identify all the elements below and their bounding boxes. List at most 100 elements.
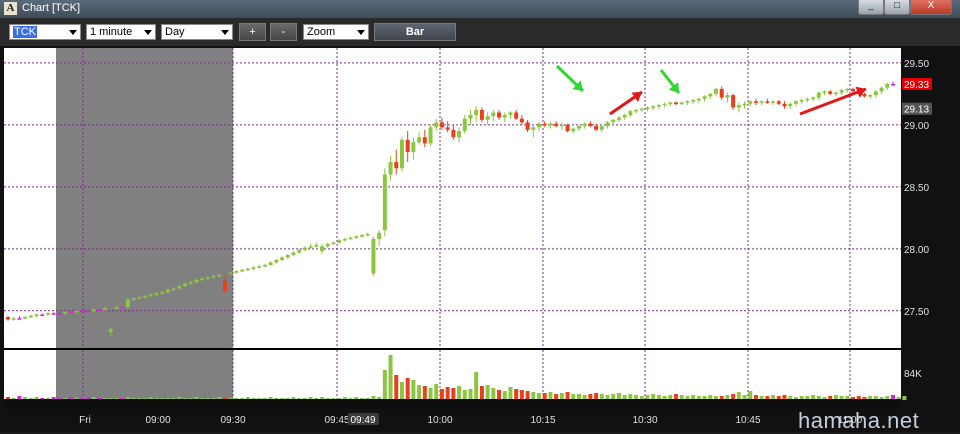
volume-bar xyxy=(434,384,439,400)
candle-body xyxy=(365,233,370,236)
candle-body xyxy=(331,242,336,245)
candle-body xyxy=(171,288,176,290)
candle-body xyxy=(873,91,878,96)
candle-body xyxy=(143,295,148,298)
last-price-tag: 29.33 xyxy=(904,80,929,91)
candle-body xyxy=(793,101,798,104)
price-chart[interactable]: 29.50 29.00 28.50 28.00 27.50 29.33 29.13 84K Fr… xyxy=(0,46,960,432)
volume-bar xyxy=(388,355,393,400)
candle-body xyxy=(28,315,33,318)
candle-body xyxy=(342,238,347,241)
maximize-button[interactable]: □ xyxy=(884,0,910,15)
zoom-out-button[interactable]: - xyxy=(270,23,297,41)
symbol-select[interactable]: TCK xyxy=(9,24,81,40)
candle-body xyxy=(714,88,718,94)
y-tick-label: 28.00 xyxy=(904,245,929,256)
close-button[interactable]: X xyxy=(910,0,952,15)
interval-select[interactable]: 1 minute xyxy=(86,24,156,40)
candle-body xyxy=(297,250,302,253)
candle-body xyxy=(731,95,736,108)
chevron-down-icon xyxy=(144,30,152,35)
candle-body xyxy=(805,98,810,101)
volume-bar xyxy=(399,382,404,400)
candle-body xyxy=(63,312,68,314)
candle-body xyxy=(91,309,96,312)
candle-body xyxy=(576,126,581,129)
candle-body xyxy=(302,247,307,251)
candle-body xyxy=(565,124,570,132)
candle-body xyxy=(759,101,764,103)
candle-body xyxy=(428,127,433,144)
candle-body xyxy=(656,105,661,107)
candle-body xyxy=(611,119,616,123)
candle-body xyxy=(177,286,182,289)
chevron-down-icon xyxy=(221,30,229,35)
minimize-button[interactable]: _ xyxy=(858,0,884,15)
candle-body xyxy=(337,240,342,243)
symbol-value: TCK xyxy=(13,26,37,38)
zoom-select[interactable]: Zoom xyxy=(303,24,369,40)
candle-body xyxy=(388,162,393,175)
candle-body xyxy=(457,131,462,138)
candle-body xyxy=(679,102,684,105)
candle-body xyxy=(531,127,536,130)
candle-body xyxy=(417,137,422,143)
candle-body xyxy=(685,101,690,103)
candle-body xyxy=(200,278,205,281)
candle-body xyxy=(411,142,416,153)
candle-body xyxy=(702,96,707,99)
candle-body xyxy=(822,91,827,93)
volume-bar xyxy=(485,385,490,400)
candle-body xyxy=(628,111,633,115)
candle-body xyxy=(782,103,787,107)
candle-body xyxy=(165,289,170,293)
candle-body xyxy=(502,114,507,118)
chart-scrollbar[interactable] xyxy=(4,399,901,409)
candle-body xyxy=(74,310,79,313)
candle-body xyxy=(325,243,330,247)
candle-body xyxy=(662,103,667,106)
candle-body xyxy=(845,88,850,91)
candle-body xyxy=(422,137,427,144)
candle-body xyxy=(479,109,484,120)
period-select[interactable]: Day xyxy=(161,24,233,40)
zoom-in-button[interactable]: + xyxy=(239,23,266,41)
candle-body xyxy=(645,107,650,110)
watermark: hamaha.net xyxy=(798,408,920,433)
candle-body xyxy=(148,294,153,297)
candle-body xyxy=(108,329,113,332)
candle-body xyxy=(234,271,239,273)
candle-body xyxy=(360,235,364,237)
candle-body xyxy=(582,123,587,127)
candle-body xyxy=(725,95,730,98)
candle-body xyxy=(160,292,165,294)
candle-body xyxy=(85,310,90,313)
candle-body xyxy=(103,308,108,310)
candle-body xyxy=(474,109,479,115)
candle-body xyxy=(588,123,593,127)
candle-body xyxy=(514,112,519,119)
candle-body xyxy=(262,264,267,267)
candle-body xyxy=(691,100,696,102)
candle-body xyxy=(594,126,599,130)
candle-body xyxy=(616,117,621,120)
candle-body xyxy=(491,112,496,117)
candle-body xyxy=(314,245,319,247)
zoom-value: Zoom xyxy=(307,26,336,38)
candle-body xyxy=(251,267,256,269)
candle-body xyxy=(291,252,296,256)
candle-body xyxy=(371,238,376,274)
y-tick-label: 29.50 xyxy=(904,59,929,70)
candle-body xyxy=(622,114,627,118)
candle-body xyxy=(320,246,325,252)
candle-body xyxy=(280,257,285,260)
candle-body xyxy=(228,272,233,274)
candle-body xyxy=(40,314,45,317)
candle-body xyxy=(222,281,227,291)
bar-type-button[interactable]: Bar xyxy=(374,23,456,41)
candle-body xyxy=(17,318,22,320)
candle-body xyxy=(816,92,821,98)
candle-body xyxy=(639,108,644,111)
volume-bar xyxy=(411,380,416,400)
chart-toolbar: TCK 1 minute Day + - Zoom Bar xyxy=(0,18,960,46)
